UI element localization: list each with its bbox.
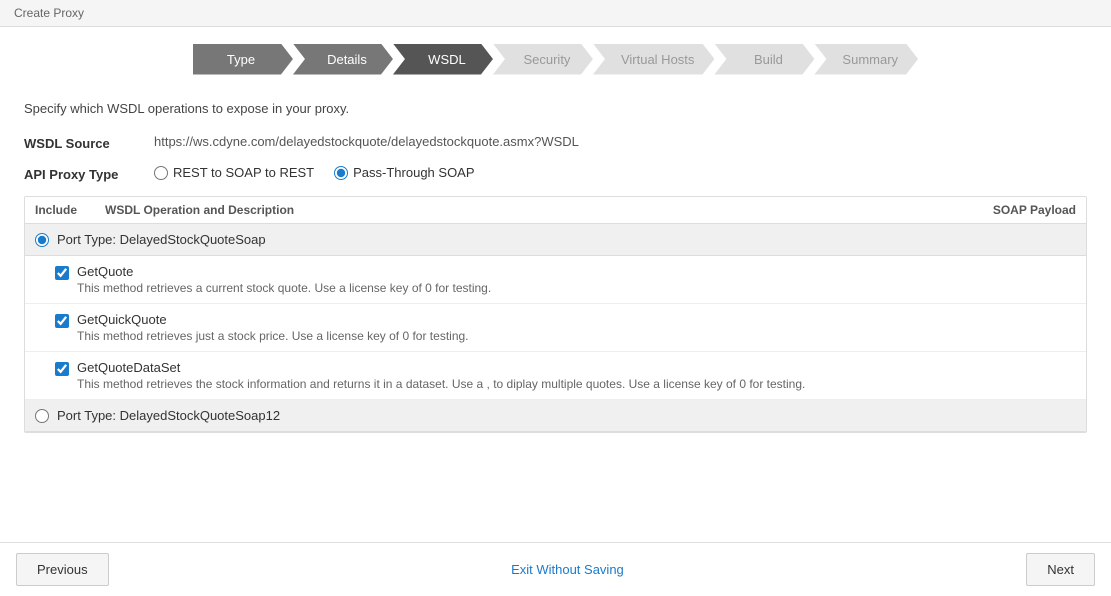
step-details[interactable]: Details xyxy=(293,41,393,77)
getquotedataset-content: GetQuoteDataSet This method retrieves th… xyxy=(77,360,1076,391)
page-subtitle: Specify which WSDL operations to expose … xyxy=(24,101,1087,116)
getquote-content: GetQuote This method retrieves a current… xyxy=(77,264,1076,295)
step-type[interactable]: Type xyxy=(193,41,293,77)
getquotedataset-name: GetQuoteDataSet xyxy=(77,360,1076,375)
getquote-name: GetQuote xyxy=(77,264,1076,279)
previous-button[interactable]: Previous xyxy=(16,553,109,586)
main-content: Specify which WSDL operations to expose … xyxy=(0,87,1111,433)
radio-rest-to-soap-label: REST to SOAP to REST xyxy=(173,165,314,180)
port-type-1-label: Port Type: DelayedStockQuoteSoap xyxy=(57,232,266,247)
radio-rest-to-soap-input[interactable] xyxy=(154,166,168,180)
step-summary[interactable]: Summary xyxy=(814,41,918,77)
getquotedataset-checkbox[interactable] xyxy=(55,362,69,376)
port-type-row-2[interactable]: Port Type: DelayedStockQuoteSoap12 xyxy=(25,400,1086,432)
table-header: Include WSDL Operation and Description S… xyxy=(25,197,1086,224)
step-wsdl[interactable]: WSDL xyxy=(393,41,493,77)
port-type-2-label: Port Type: DelayedStockQuoteSoap12 xyxy=(57,408,280,423)
exit-without-saving-link[interactable]: Exit Without Saving xyxy=(511,562,624,577)
operation-row-getquickquote: GetQuickQuote This method retrieves just… xyxy=(25,304,1086,352)
getquickquote-content: GetQuickQuote This method retrieves just… xyxy=(77,312,1076,343)
operation-row-getquote: GetQuote This method retrieves a current… xyxy=(25,256,1086,304)
radio-rest-to-soap[interactable]: REST to SOAP to REST xyxy=(154,165,314,180)
step-virtual-hosts-label[interactable]: Virtual Hosts xyxy=(593,44,714,75)
top-bar: Create Proxy xyxy=(0,0,1111,27)
api-proxy-type-label: API Proxy Type xyxy=(24,165,154,182)
step-security[interactable]: Security xyxy=(493,41,593,77)
wsdl-source-label: WSDL Source xyxy=(24,134,154,151)
step-type-label[interactable]: Type xyxy=(193,44,293,75)
next-button[interactable]: Next xyxy=(1026,553,1095,586)
step-build-label[interactable]: Build xyxy=(714,44,814,75)
wizard-steps: Type Details WSDL Security Virtual Hosts… xyxy=(0,27,1111,87)
getquote-checkbox[interactable] xyxy=(55,266,69,280)
wsdl-source-row: WSDL Source https://ws.cdyne.com/delayed… xyxy=(24,134,1087,151)
step-build[interactable]: Build xyxy=(714,41,814,77)
getquickquote-desc: This method retrieves just a stock price… xyxy=(77,329,1076,343)
radio-pass-through[interactable]: Pass-Through SOAP xyxy=(334,165,474,180)
step-summary-label[interactable]: Summary xyxy=(814,44,918,75)
api-proxy-type-row: API Proxy Type REST to SOAP to REST Pass… xyxy=(24,165,1087,182)
port-type-row-1[interactable]: Port Type: DelayedStockQuoteSoap xyxy=(25,224,1086,256)
step-details-label[interactable]: Details xyxy=(293,44,393,75)
operation-row-getquotedataset: GetQuoteDataSet This method retrieves th… xyxy=(25,352,1086,400)
footer: Previous Exit Without Saving Next xyxy=(0,542,1111,596)
radio-pass-through-input[interactable] xyxy=(334,166,348,180)
getquotedataset-desc: This method retrieves the stock informat… xyxy=(77,377,1076,391)
col-include-header: Include xyxy=(35,203,105,217)
step-virtual-hosts[interactable]: Virtual Hosts xyxy=(593,41,714,77)
col-operation-header: WSDL Operation and Description xyxy=(105,203,956,217)
step-wsdl-label[interactable]: WSDL xyxy=(393,44,493,75)
operations-table: Include WSDL Operation and Description S… xyxy=(24,196,1087,433)
getquickquote-checkbox[interactable] xyxy=(55,314,69,328)
wsdl-source-value: https://ws.cdyne.com/delayedstockquote/d… xyxy=(154,134,579,149)
top-bar-title: Create Proxy xyxy=(14,6,84,20)
radio-group: REST to SOAP to REST Pass-Through SOAP xyxy=(154,165,475,180)
getquote-desc: This method retrieves a current stock qu… xyxy=(77,281,1076,295)
step-security-label[interactable]: Security xyxy=(493,44,593,75)
col-payload-header: SOAP Payload xyxy=(956,203,1076,217)
radio-pass-through-label: Pass-Through SOAP xyxy=(353,165,474,180)
port-type-2-radio[interactable] xyxy=(35,409,49,423)
port-type-1-radio[interactable] xyxy=(35,233,49,247)
getquickquote-name: GetQuickQuote xyxy=(77,312,1076,327)
